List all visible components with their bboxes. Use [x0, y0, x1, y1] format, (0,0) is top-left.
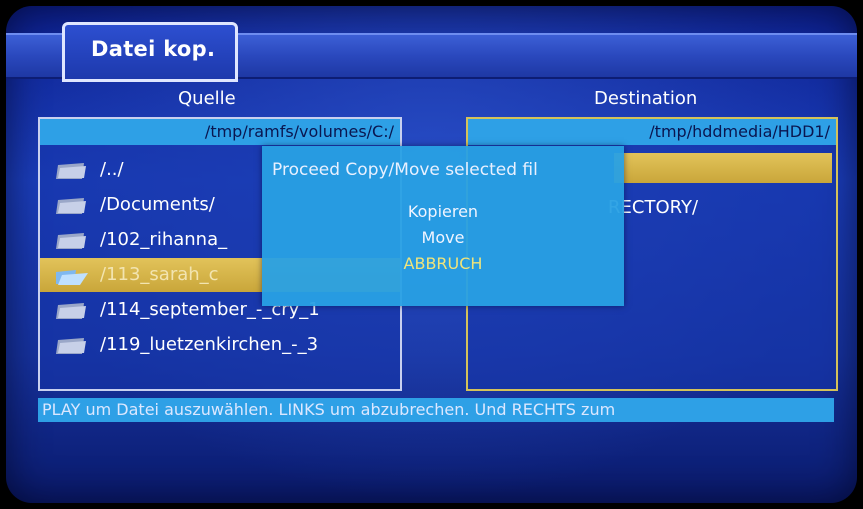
list-item-label: /../ — [100, 159, 124, 180]
page-title: Datei kop. — [91, 37, 216, 61]
list-item-label: /113_sarah_c — [100, 264, 219, 285]
help-bar: PLAY um Datei auszuwählen. LINKS um abzu… — [38, 398, 834, 422]
tv-screen: Datei kop. Quelle Destination /tmp/ramfs… — [6, 6, 857, 503]
copy-option[interactable]: Kopieren — [262, 202, 624, 221]
destination-header: Destination — [594, 88, 698, 109]
destination-selected-row[interactable] — [614, 153, 832, 183]
title-tab: Datei kop. — [62, 22, 238, 82]
move-option[interactable]: Move — [262, 228, 624, 247]
list-item-label: /102_rihanna_ — [100, 229, 228, 250]
source-path: /tmp/ramfs/volumes/C:/ — [40, 119, 400, 145]
folder-icon — [56, 338, 86, 354]
copy-move-dialog: Proceed Copy/Move selected fil Kopieren … — [262, 146, 624, 306]
dialog-message: Proceed Copy/Move selected fil — [272, 160, 538, 180]
folder-icon — [56, 163, 86, 179]
list-item-label: /Documents/ — [100, 194, 215, 215]
folder-icon — [56, 303, 86, 319]
source-header: Quelle — [178, 88, 236, 109]
cancel-option[interactable]: ABBRUCH — [262, 254, 624, 273]
folder-icon — [56, 198, 86, 214]
folder-icon — [56, 233, 86, 249]
list-item-label: /119_luetzenkirchen_-_3 — [100, 334, 319, 355]
destination-path: /tmp/hddmedia/HDD1/ — [468, 119, 836, 145]
list-item[interactable]: /119_luetzenkirchen_-_3 — [40, 328, 400, 362]
open-folder-icon — [56, 270, 88, 285]
dialog-message-area: Proceed Copy/Move selected fil — [262, 146, 618, 196]
